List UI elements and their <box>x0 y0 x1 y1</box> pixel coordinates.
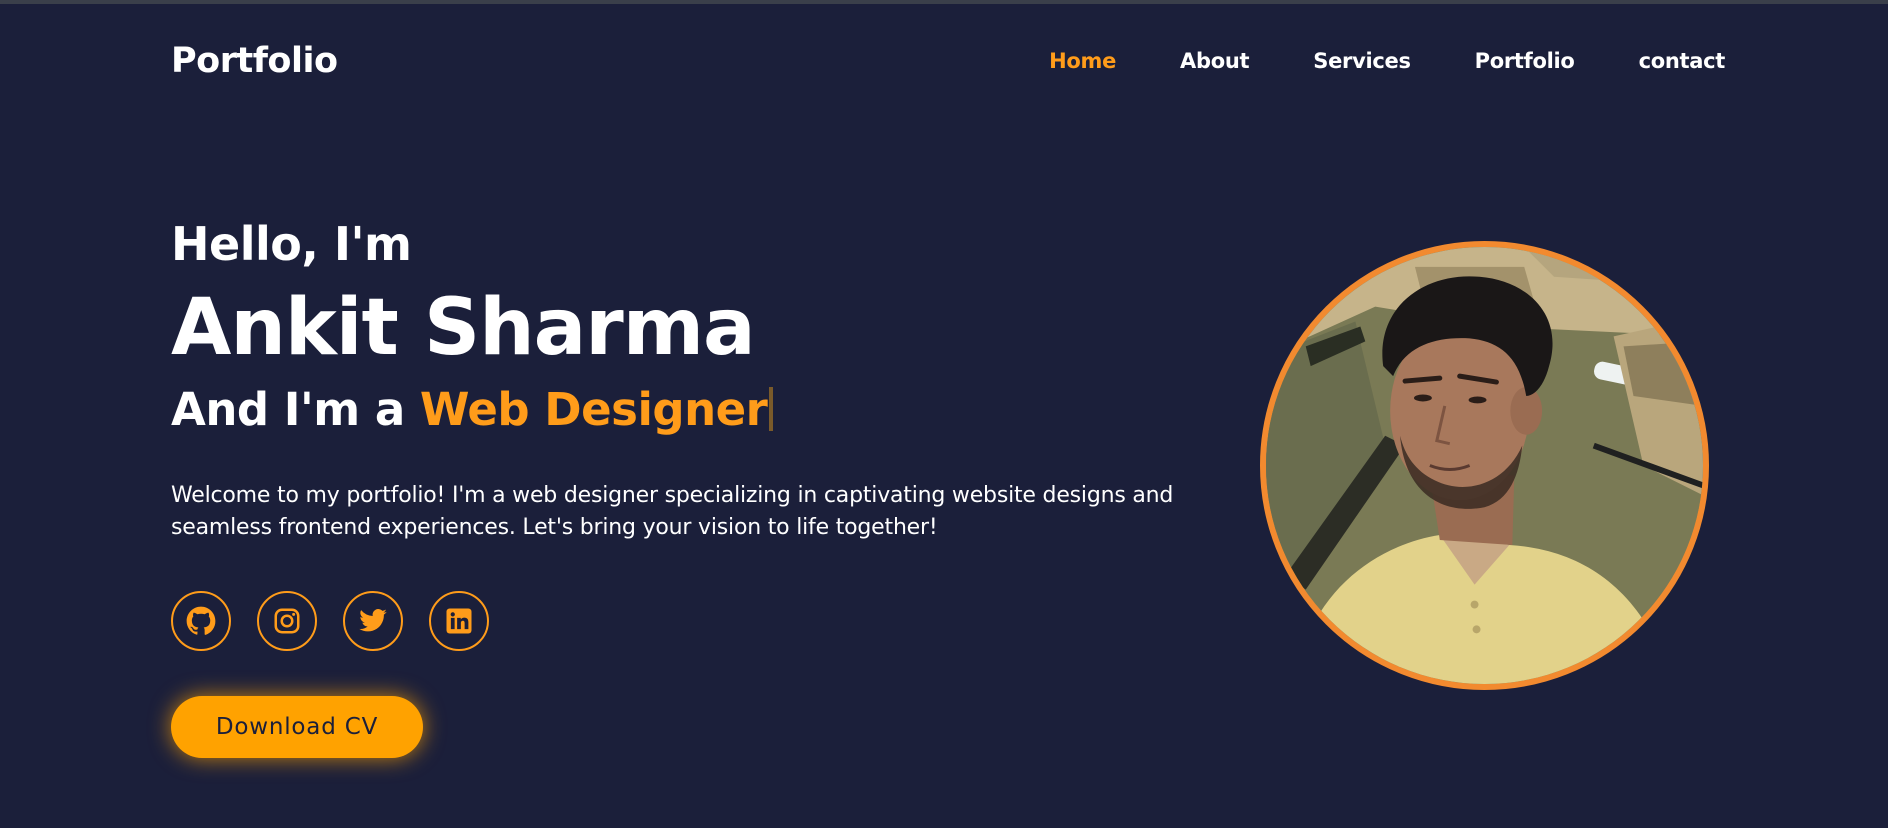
twitter-icon <box>359 609 387 632</box>
site-header: Portfolio Home About Services Portfolio … <box>171 36 1725 86</box>
download-cv-button[interactable]: Download CV <box>171 696 423 758</box>
portfolio-page: Portfolio Home About Services Portfolio … <box>0 0 1888 828</box>
instagram-link[interactable] <box>257 591 317 651</box>
browser-top-edge <box>0 0 1888 4</box>
twitter-link[interactable] <box>343 591 403 651</box>
nav-services[interactable]: Services <box>1313 49 1411 73</box>
main-nav: Home About Services Portfolio contact <box>1049 49 1725 73</box>
nav-home[interactable]: Home <box>1049 49 1116 73</box>
github-link[interactable] <box>171 591 231 651</box>
social-links <box>171 591 489 651</box>
profile-photo-image <box>1266 247 1703 684</box>
instagram-icon <box>274 608 300 634</box>
hero-role: And I'm a Web Designer <box>171 380 1211 440</box>
nav-contact[interactable]: contact <box>1639 49 1726 73</box>
profile-photo <box>1260 241 1709 690</box>
hero-name: Ankit Sharma <box>171 283 756 373</box>
nav-portfolio[interactable]: Portfolio <box>1475 49 1575 73</box>
hero-greeting: Hello, I'm <box>171 217 412 271</box>
hero-section: Hello, I'm Ankit Sharma And I'm a Web De… <box>171 214 1211 544</box>
site-logo[interactable]: Portfolio <box>171 41 338 81</box>
role-highlight: Web Designer <box>419 383 768 436</box>
role-prefix: And I'm a <box>171 383 420 436</box>
github-icon <box>186 606 216 635</box>
hero-intro: Welcome to my portfolio! I'm a web desig… <box>171 483 1174 540</box>
linkedin-link[interactable] <box>429 591 489 651</box>
typing-cursor <box>769 387 774 431</box>
nav-about[interactable]: About <box>1180 49 1250 73</box>
linkedin-icon <box>446 608 472 634</box>
